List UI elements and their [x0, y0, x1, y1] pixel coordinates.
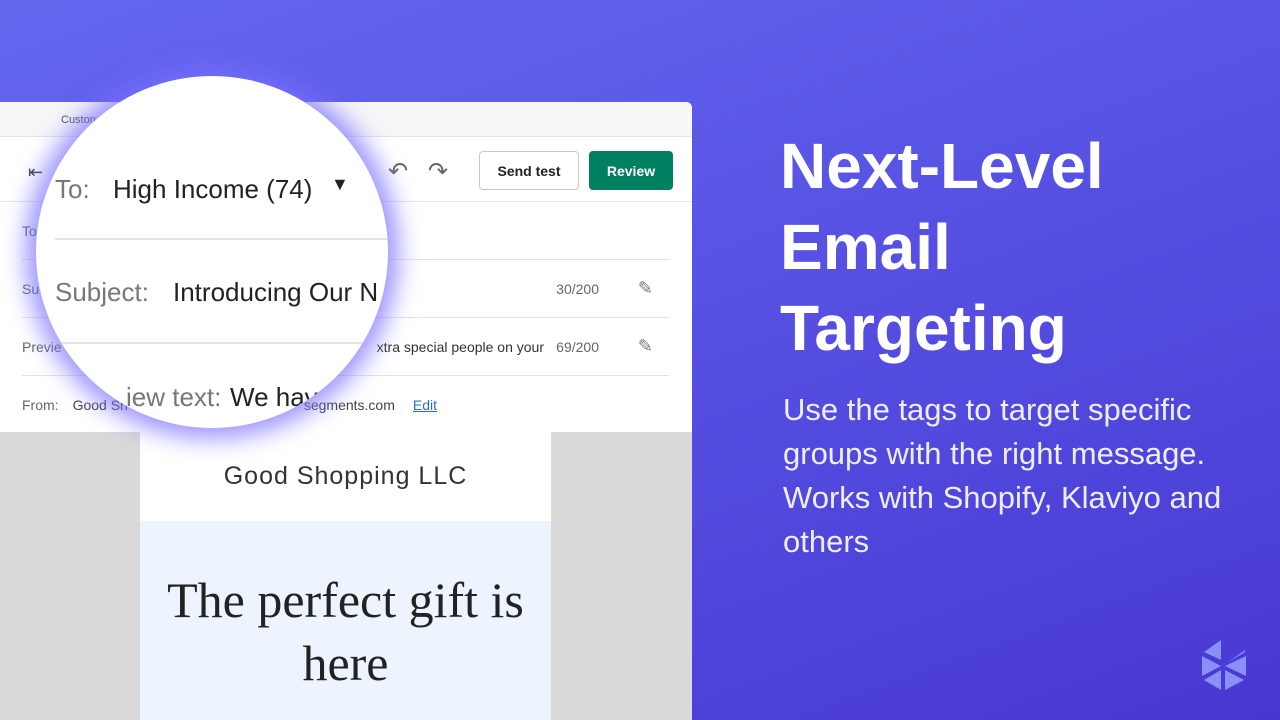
mag-preview-label: iew text:: [126, 382, 222, 412]
to-label: To: [22, 222, 37, 239]
magic-wand-icon[interactable]: ✎: [638, 336, 653, 357]
redo-icon[interactable]: ↷: [428, 157, 448, 186]
from-label: From:: [22, 397, 59, 413]
send-test-button[interactable]: Send test: [479, 151, 579, 190]
mag-to-label: To:: [55, 174, 90, 204]
preview-count: 69/200: [556, 338, 599, 355]
preview-value: xtra special people on your: [376, 338, 544, 355]
caret-down-icon[interactable]: ▼: [331, 174, 349, 195]
email-card: Good Shopping LLC The perfect gift is he…: [140, 432, 551, 720]
subject-count: 30/200: [556, 280, 599, 297]
subject-label: Su: [22, 280, 40, 297]
email-headline: The perfect gift is here: [140, 521, 551, 720]
undo-icon[interactable]: ↶: [388, 157, 408, 186]
mag-subject-label: Subject:: [55, 277, 149, 307]
mag-to-value[interactable]: High Income (74): [113, 174, 312, 205]
mag-preview-value: We hav: [230, 382, 318, 412]
email-preview: Good Shopping LLC The perfect gift is he…: [0, 432, 692, 720]
magnifier: To: High Income (74) ▼ Subject: Introduc…: [36, 76, 388, 428]
mag-subject-value: Introducing Our N: [173, 277, 379, 307]
edit-link[interactable]: Edit: [413, 397, 437, 413]
brand-logo-icon: [1202, 640, 1246, 690]
preview-label: Previe: [22, 338, 62, 355]
promo-body: Use the tags to target specific groups w…: [783, 392, 1222, 559]
magic-wand-icon[interactable]: ✎: [638, 278, 653, 299]
email-brand: Good Shopping LLC: [140, 432, 551, 521]
promo-title: Next-Level Email Targeting: [780, 130, 1104, 364]
exit-icon[interactable]: ⇤: [28, 162, 43, 183]
review-button[interactable]: Review: [589, 151, 673, 190]
